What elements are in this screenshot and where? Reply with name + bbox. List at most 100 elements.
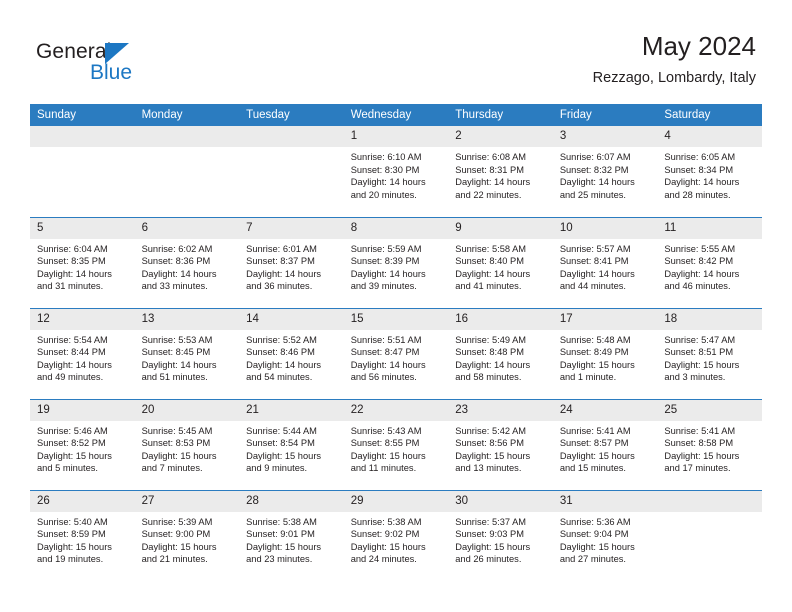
day-details: Sunrise: 5:52 AM Sunset: 8:46 PM Daylight:… — [239, 330, 344, 384]
sunrise-text: Sunrise: 5:44 AM — [246, 425, 317, 436]
day-details: Sunrise: 5:47 AM Sunset: 8:51 PM Daylight:… — [657, 330, 762, 384]
calendar-cell-day-2[interactable]: 2 Sunrise: 6:08 AM Sunset: 8:31 PM Daylight… — [448, 126, 553, 217]
sunset-text: Sunset: 8:59 PM — [37, 529, 106, 540]
sunset-text: Sunset: 8:54 PM — [246, 438, 315, 449]
calendar-cell-day-23[interactable]: 23 Sunrise: 5:42 AM Sunset: 8:56 PM Dayligh… — [448, 398, 553, 490]
calendar-cell-day-1[interactable]: 1 Sunrise: 6:10 AM Sunset: 8:30 PM Daylight… — [343, 126, 449, 217]
day-details: Sunrise: 5:39 AM Sunset: 9:00 PM Daylight:… — [135, 512, 240, 566]
calendar-cell-empty — [30, 126, 135, 217]
day-number: 3 — [552, 126, 658, 147]
calendar-cell-day-5[interactable]: 5 Sunrise: 6:04 AM Sunset: 8:35 PM Daylight… — [30, 216, 135, 308]
page-header: General Blue May 2024 Rezzago, Lombardy,… — [0, 0, 792, 100]
day-details: Sunrise: 5:55 AM Sunset: 8:42 PM Daylight:… — [657, 239, 762, 293]
sunset-text: Sunset: 8:39 PM — [350, 256, 420, 267]
sunset-text: Sunset: 8:31 PM — [455, 164, 524, 175]
daylight-text: Daylight: 15 hours and 5 minutes. — [37, 450, 112, 474]
calendar-cell-day-21[interactable]: 21 Sunrise: 5:44 AM Sunset: 8:54 PM Dayligh… — [239, 398, 344, 490]
sunset-text: Sunset: 8:51 PM — [664, 347, 734, 358]
calendar-cell-day-15[interactable]: 15 Sunrise: 5:51 AM Sunset: 8:47 PM Dayligh… — [343, 307, 449, 399]
day-number: 23 — [448, 399, 553, 421]
calendar-cell-empty — [134, 126, 240, 217]
sunrise-text: Sunrise: 6:04 AM — [37, 243, 108, 254]
sunset-text: Sunset: 8:41 PM — [559, 256, 629, 267]
day-number: 10 — [552, 217, 658, 239]
calendar-cell-day-8[interactable]: 8 Sunrise: 5:59 AM Sunset: 8:39 PM Daylight… — [343, 216, 449, 308]
calendar-cell-day-10[interactable]: 10 Sunrise: 5:57 AM Sunset: 8:41 PM Dayligh… — [552, 216, 658, 308]
day-number: 27 — [134, 490, 240, 512]
sunrise-text: Sunrise: 5:37 AM — [455, 516, 527, 527]
week-row: 5 Sunrise: 6:04 AM Sunset: 8:35 PM Daylight… — [30, 216, 762, 308]
sunset-text: Sunset: 8:35 PM — [37, 256, 106, 267]
calendar-cell-day-20[interactable]: 20 Sunrise: 5:45 AM Sunset: 8:53 PM Dayligh… — [134, 398, 240, 490]
calendar-cell-day-31[interactable]: 31 Sunrise: 5:36 AM Sunset: 9:04 PM Dayligh… — [552, 489, 658, 581]
day-number: 30 — [448, 490, 553, 512]
generalblue-logo[interactable]: General Blue — [36, 40, 166, 86]
sunrise-text: Sunrise: 5:39 AM — [141, 516, 213, 527]
calendar-cell-day-11[interactable]: 11 Sunrise: 5:55 AM Sunset: 8:42 PM Dayligh… — [657, 216, 762, 308]
calendar-cell-day-4[interactable]: 4 Sunrise: 6:05 AM Sunset: 8:34 PM Daylight… — [657, 126, 762, 217]
day-details: Sunrise: 6:01 AM Sunset: 8:37 PM Daylight:… — [239, 239, 344, 293]
calendar-cell-day-18[interactable]: 18 Sunrise: 5:47 AM Sunset: 8:51 PM Dayligh… — [657, 307, 762, 399]
calendar-cell-day-29[interactable]: 29 Sunrise: 5:38 AM Sunset: 9:02 PM Dayligh… — [343, 489, 449, 581]
sunrise-text: Sunrise: 5:38 AM — [350, 516, 422, 527]
calendar-cell-day-19[interactable]: 19 Sunrise: 5:46 AM Sunset: 8:52 PM Dayligh… — [30, 398, 135, 490]
sunset-text: Sunset: 8:48 PM — [455, 347, 524, 358]
daylight-text: Daylight: 14 hours and 54 minutes. — [246, 359, 322, 383]
daylight-text: Daylight: 14 hours and 25 minutes. — [559, 177, 635, 200]
daylight-text: Daylight: 15 hours and 24 minutes. — [350, 541, 426, 565]
day-details: Sunrise: 5:53 AM Sunset: 8:45 PM Daylight:… — [135, 330, 240, 384]
sunrise-text: Sunrise: 5:47 AM — [664, 334, 736, 345]
sunset-text: Sunset: 8:45 PM — [141, 347, 211, 358]
daylight-text: Daylight: 15 hours and 3 minutes. — [664, 359, 740, 383]
calendar-cell-day-16[interactable]: 16 Sunrise: 5:49 AM Sunset: 8:48 PM Dayligh… — [448, 307, 553, 399]
sunrise-text: Sunrise: 6:07 AM — [559, 152, 631, 162]
calendar-cell-day-13[interactable]: 13 Sunrise: 5:53 AM Sunset: 8:45 PM Dayligh… — [134, 307, 240, 399]
day-number: 16 — [448, 308, 553, 330]
sunset-text: Sunset: 9:01 PM — [246, 529, 315, 540]
calendar-cell-day-7[interactable]: 7 Sunrise: 6:01 AM Sunset: 8:37 PM Daylight… — [239, 216, 344, 308]
weekday-header-row: Sunday Monday Tuesday Wednesday Thursday Frid… — [30, 104, 762, 126]
calendar-cell-day-22[interactable]: 22 Sunrise: 5:43 AM Sunset: 8:55 PM Dayligh… — [343, 398, 449, 490]
day-details: Sunrise: 5:48 AM Sunset: 8:49 PM Daylight:… — [553, 330, 658, 384]
calendar-cell-day-24[interactable]: 24 Sunrise: 5:41 AM Sunset: 8:57 PM Dayligh… — [552, 398, 658, 490]
week-row: 12 Sunrise: 5:54 AM Sunset: 8:44 PM Dayligh… — [30, 307, 762, 399]
calendar-cell-day-25[interactable]: 25 Sunrise: 5:41 AM Sunset: 8:58 PM Dayligh… — [657, 398, 762, 490]
sunrise-text: Sunrise: 6:05 AM — [664, 152, 736, 162]
week-row: 26 Sunrise: 5:40 AM Sunset: 8:59 PM Dayligh… — [30, 489, 762, 581]
calendar-cell-day-30[interactable]: 30 Sunrise: 5:37 AM Sunset: 9:03 PM Dayligh… — [448, 489, 553, 581]
day-number: 6 — [134, 217, 240, 239]
daylight-text: Daylight: 15 hours and 7 minutes. — [141, 450, 217, 474]
day-details: Sunrise: 5:38 AM Sunset: 9:01 PM Daylight:… — [239, 512, 344, 566]
daylight-text: Daylight: 14 hours and 56 minutes. — [350, 359, 426, 383]
calendar-cell-day-3[interactable]: 3 Sunrise: 6:07 AM Sunset: 8:32 PM Daylight… — [552, 126, 658, 217]
sunrise-text: Sunrise: 5:54 AM — [37, 334, 108, 345]
day-details: Sunrise: 5:54 AM Sunset: 8:44 PM Daylight:… — [30, 330, 135, 384]
sunset-text: Sunset: 8:57 PM — [559, 438, 629, 449]
daylight-text: Daylight: 15 hours and 23 minutes. — [246, 541, 322, 565]
daylight-text: Daylight: 14 hours and 28 minutes. — [664, 177, 740, 200]
sunrise-text: Sunrise: 5:48 AM — [559, 334, 631, 345]
calendar-cell-day-28[interactable]: 28 Sunrise: 5:38 AM Sunset: 9:01 PM Dayligh… — [239, 489, 344, 581]
day-number: 15 — [343, 308, 449, 330]
sunset-text: Sunset: 8:53 PM — [141, 438, 211, 449]
day-details: Sunrise: 5:38 AM Sunset: 9:02 PM Daylight:… — [344, 512, 449, 566]
daylight-text: Daylight: 14 hours and 51 minutes. — [141, 359, 217, 383]
calendar-cell-day-14[interactable]: 14 Sunrise: 5:52 AM Sunset: 8:46 PM Dayligh… — [239, 307, 344, 399]
day-number: 7 — [239, 217, 344, 239]
day-number: 24 — [552, 399, 658, 421]
sunrise-text: Sunrise: 5:55 AM — [664, 243, 736, 254]
calendar-cell-day-12[interactable]: 12 Sunrise: 5:54 AM Sunset: 8:44 PM Dayligh… — [30, 307, 135, 399]
day-details: Sunrise: 6:02 AM Sunset: 8:36 PM Daylight:… — [135, 239, 240, 293]
calendar-cell-day-17[interactable]: 17 Sunrise: 5:48 AM Sunset: 8:49 PM Dayligh… — [552, 307, 658, 399]
daylight-text: Daylight: 15 hours and 11 minutes. — [350, 450, 426, 474]
daylight-text: Daylight: 15 hours and 21 minutes. — [141, 541, 217, 565]
weekday-header-wednesday: Wednesday — [343, 104, 449, 126]
calendar-cell-day-6[interactable]: 6 Sunrise: 6:02 AM Sunset: 8:36 PM Daylight… — [134, 216, 240, 308]
calendar-cell-day-9[interactable]: 9 Sunrise: 5:58 AM Sunset: 8:40 PM Daylight… — [448, 216, 553, 308]
sunset-text: Sunset: 8:40 PM — [455, 256, 524, 267]
daylight-text: Daylight: 15 hours and 1 minute. — [559, 359, 635, 383]
calendar-cell-day-26[interactable]: 26 Sunrise: 5:40 AM Sunset: 8:59 PM Dayligh… — [30, 489, 135, 581]
sunset-text: Sunset: 8:46 PM — [246, 347, 315, 358]
daylight-text: Daylight: 14 hours and 22 minutes. — [455, 177, 531, 200]
calendar-cell-day-27[interactable]: 27 Sunrise: 5:39 AM Sunset: 9:00 PM Dayligh… — [134, 489, 240, 581]
